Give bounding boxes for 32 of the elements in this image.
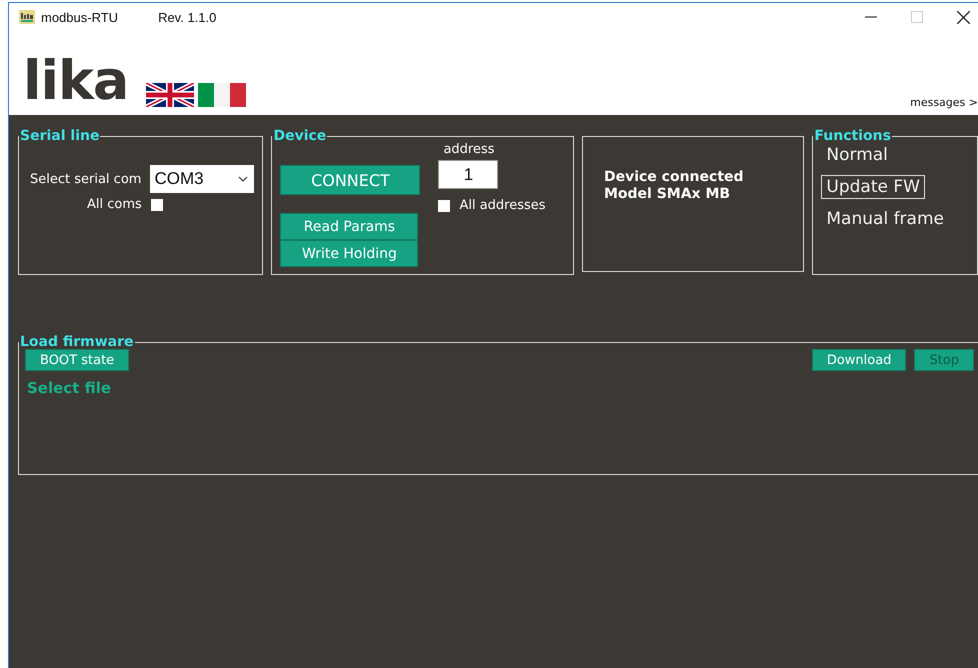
connect-button[interactable]: CONNECT bbox=[280, 165, 420, 195]
address-label: address bbox=[442, 142, 495, 157]
all-coms-checkbox[interactable] bbox=[150, 198, 163, 210]
close-icon[interactable] bbox=[957, 10, 970, 24]
function-menu-item[interactable]: Update FW bbox=[821, 175, 925, 199]
address-field[interactable]: 1 bbox=[438, 160, 498, 189]
status-text: Model SMAx MB bbox=[604, 186, 732, 203]
panel-title: Device bbox=[272, 129, 328, 143]
messages-link[interactable]: messages > bbox=[910, 96, 978, 109]
device-action-button[interactable]: Write Holding bbox=[280, 240, 418, 267]
uk-flag-icon[interactable] bbox=[146, 83, 194, 107]
all-addresses-checkbox[interactable] bbox=[438, 200, 450, 212]
status-text: Device connected bbox=[604, 169, 745, 186]
checkbox-label: All coms bbox=[87, 197, 142, 212]
select-file-link[interactable]: Select file bbox=[27, 379, 112, 397]
window-title: modbus-RTU bbox=[41, 10, 118, 24]
panel-title: Load firmware bbox=[19, 335, 135, 349]
chevron-down-icon bbox=[238, 176, 248, 182]
checkbox-label: All addresses bbox=[459, 198, 546, 213]
italy-flag-icon[interactable] bbox=[198, 83, 246, 107]
panel-title: Functions bbox=[813, 129, 892, 143]
boot-state-button[interactable]: BOOT state bbox=[25, 349, 130, 371]
port-dropdown[interactable]: COM3 bbox=[150, 165, 254, 193]
function-menu-item[interactable]: Manual frame bbox=[821, 207, 949, 231]
firmware-action-button[interactable]: Download bbox=[812, 349, 906, 371]
select-label: Select serial com bbox=[30, 172, 142, 186]
function-menu-item[interactable]: Normal bbox=[821, 143, 893, 167]
logo: lika bbox=[23, 51, 128, 111]
device-action-button[interactable]: Read Params bbox=[280, 213, 418, 240]
app-icon bbox=[19, 10, 35, 24]
panel-title: Serial line bbox=[19, 129, 100, 143]
revision-label: Rev. 1.1.0 bbox=[158, 10, 216, 24]
